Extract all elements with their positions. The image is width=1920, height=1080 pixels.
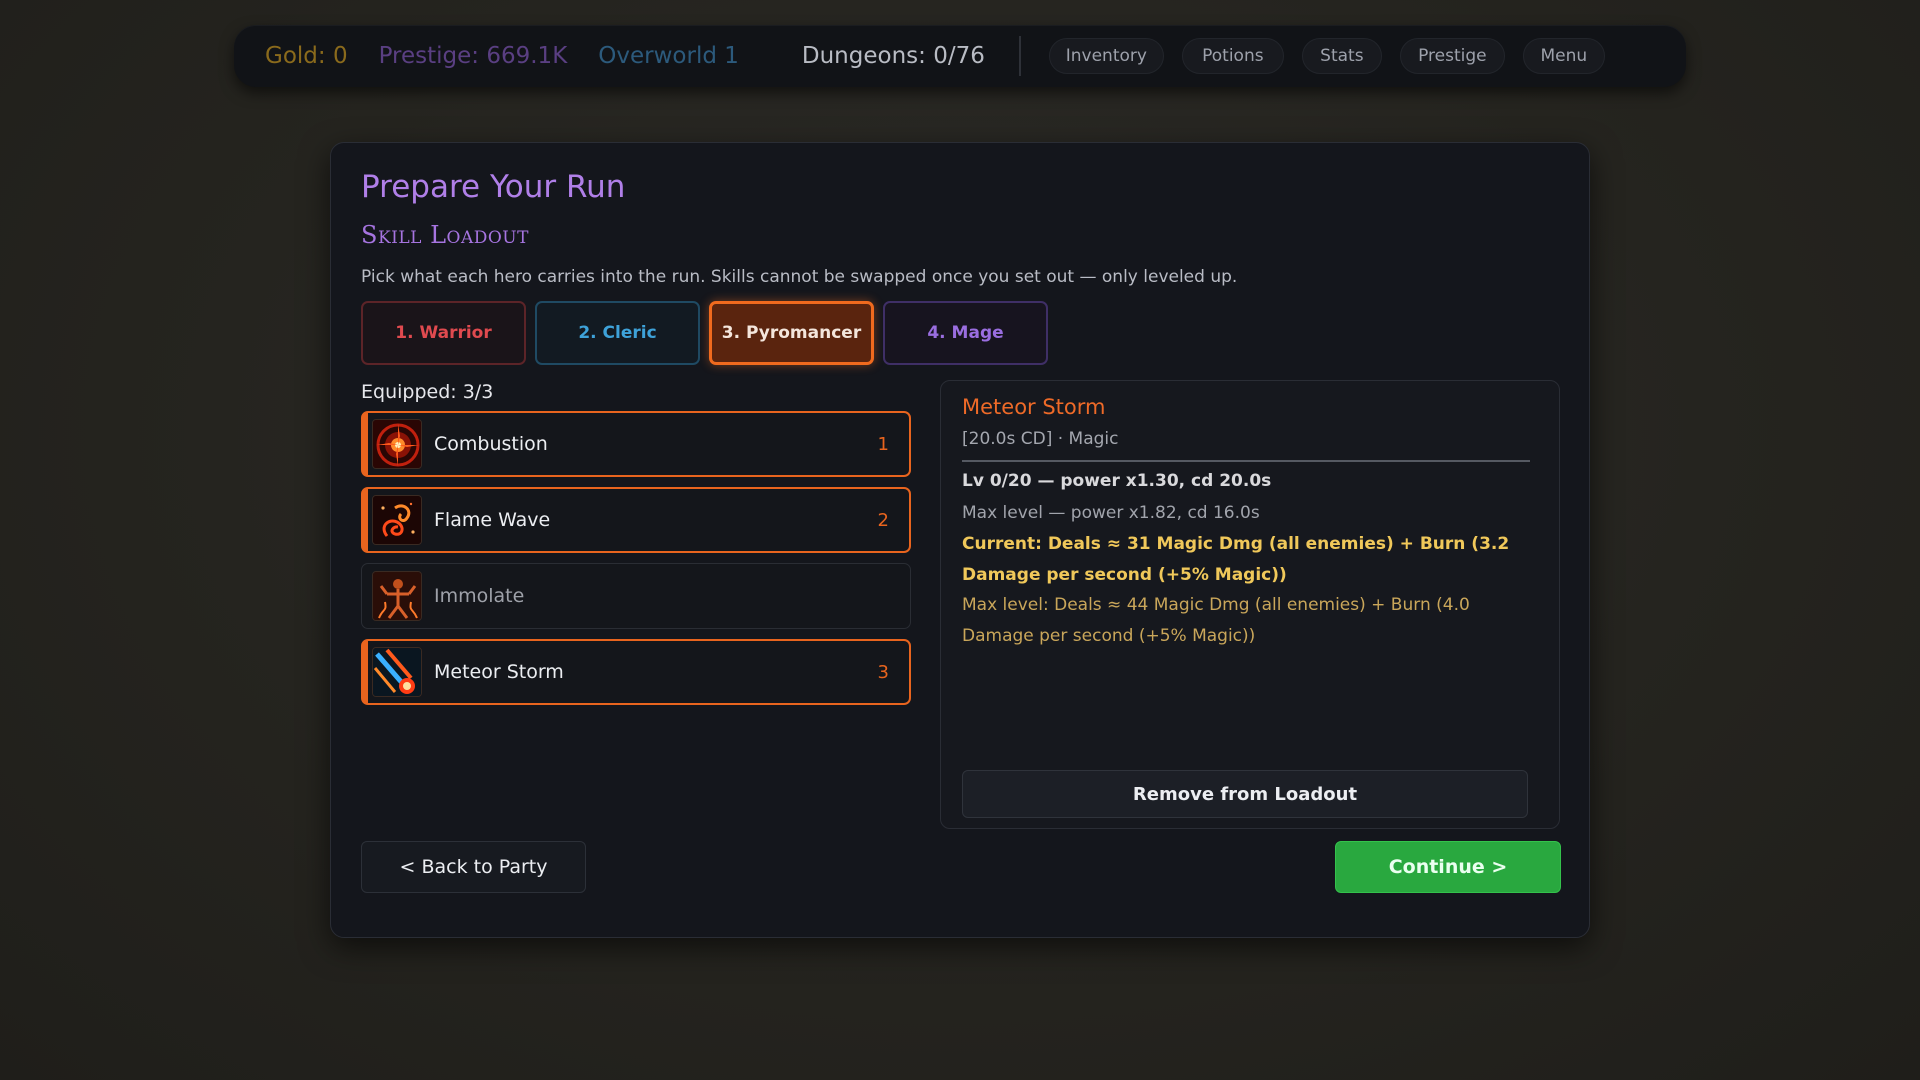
skill-immolate[interactable]: Immolate [361,563,911,629]
skill-detail-card: Meteor Storm [20.0s CD] · Magic Lv 0/20 … [940,380,1560,829]
skill-flame-wave[interactable]: Flame Wave 2 [361,487,911,553]
prestige-counter: Prestige: 669.1K [378,43,568,69]
gold-counter: Gold: 0 [265,43,348,69]
equipped-count: Equipped: 3/3 [361,381,494,403]
remove-from-loadout-button[interactable]: Remove from Loadout [962,770,1528,818]
skill-name: Meteor Storm [434,661,564,683]
detail-cooldown-type: [20.0s CD] · Magic [962,429,1119,449]
overworld-indicator: Overworld 1 [598,43,739,69]
combustion-icon [372,419,422,469]
prestige-button[interactable]: Prestige [1399,38,1505,74]
stats-button[interactable]: Stats [1301,38,1382,74]
loadout-description: Pick what each hero carries into the run… [361,267,1238,287]
section-title: Skill Loadout [361,221,529,249]
detail-skill-name: Meteor Storm [962,395,1106,419]
meteor-storm-icon [372,647,422,697]
tab-cleric[interactable]: 2. Cleric [535,301,700,365]
detail-max-effect: Max level: Deals ≈ 44 Magic Dmg (all ene… [962,595,1470,646]
potions-button[interactable]: Potions [1181,38,1284,74]
immolate-icon [372,571,422,621]
slot-number: 2 [877,509,889,531]
slot-number: 3 [877,661,889,683]
menu-button[interactable]: Menu [1522,38,1605,74]
detail-current-effect: Current: Deals ≈ 31 Magic Dmg (all enemi… [962,534,1510,585]
skill-name: Flame Wave [434,509,551,531]
flame-wave-icon [372,495,422,545]
tab-warrior[interactable]: 1. Warrior [361,301,526,365]
skill-combustion[interactable]: Combustion 1 [361,411,911,477]
skill-meteor-storm[interactable]: Meteor Storm 3 [361,639,911,705]
back-to-party-button[interactable]: < Back to Party [361,841,586,893]
slot-number: 1 [877,433,889,455]
tab-pyromancer[interactable]: 3. Pyromancer [709,301,874,365]
prepare-run-panel: Prepare Your Run Skill Loadout Pick what… [330,142,1590,938]
dungeons-counter: Dungeons: 0/76 [801,43,985,69]
detail-current-level: Lv 0/20 — power x1.30, cd 20.0s [962,471,1272,491]
page-title: Prepare Your Run [361,169,626,205]
topbar-divider [1018,36,1021,76]
top-bar: Gold: 0 Prestige: 669.1K Overworld 1 Dun… [234,25,1686,87]
continue-button[interactable]: Continue > [1335,841,1561,893]
skill-name: Immolate [434,585,525,607]
detail-max-level: Max level — power x1.82, cd 16.0s [962,503,1260,523]
tab-mage[interactable]: 4. Mage [883,301,1048,365]
skill-name: Combustion [434,433,548,455]
inventory-button[interactable]: Inventory [1048,38,1164,74]
detail-divider [962,460,1530,462]
